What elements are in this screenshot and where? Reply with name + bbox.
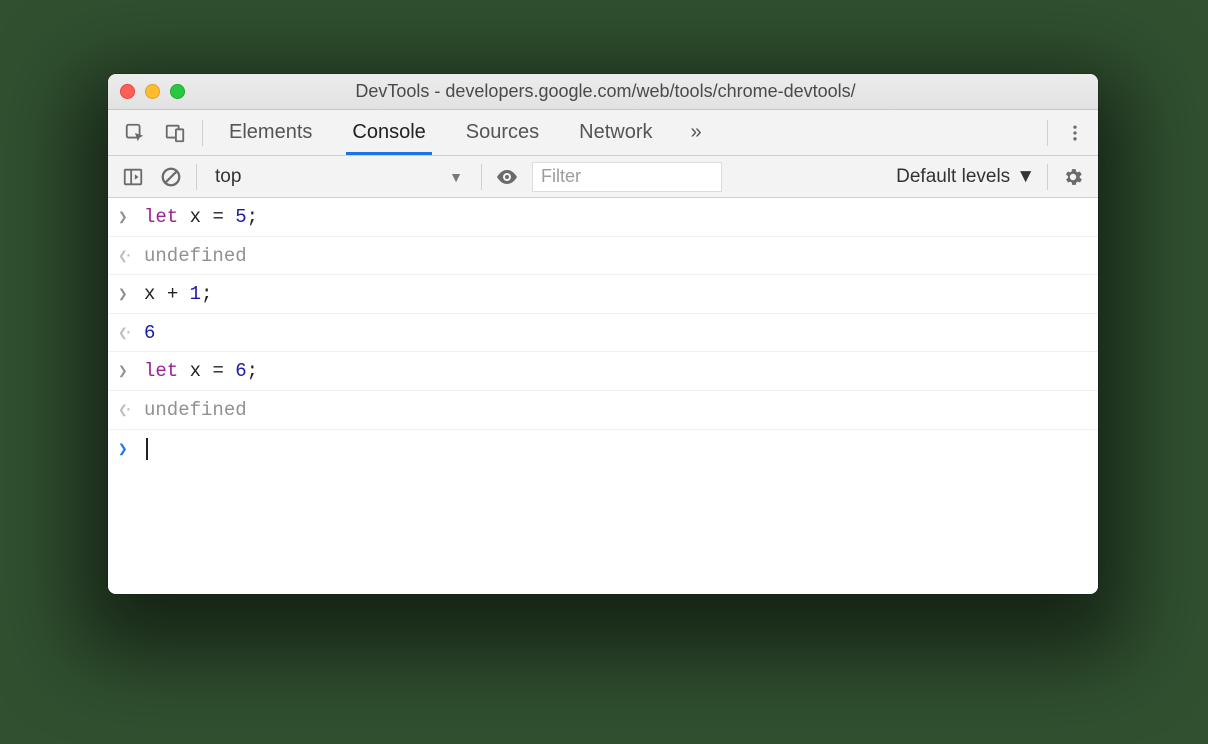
- separator: [1047, 120, 1048, 146]
- input-chevron-icon: [118, 204, 136, 228]
- devtools-window: DevTools - developers.google.com/web/too…: [108, 74, 1098, 594]
- output-chevron-icon: [118, 320, 136, 344]
- code-line: let x = 5;: [144, 204, 258, 231]
- console-output-row: undefined: [108, 237, 1098, 276]
- output-chevron-icon: [118, 397, 136, 421]
- window-titlebar: DevTools - developers.google.com/web/too…: [108, 74, 1098, 110]
- console-input-row: let x = 5;: [108, 198, 1098, 237]
- live-expression-icon[interactable]: [494, 164, 520, 190]
- code-line: undefined: [144, 397, 247, 424]
- context-selector[interactable]: top ▼: [209, 164, 469, 190]
- traffic-lights: [120, 84, 185, 99]
- chevron-down-icon: ▼: [449, 169, 463, 185]
- separator: [481, 164, 482, 190]
- log-levels-selector[interactable]: Default levels ▼: [896, 166, 1035, 188]
- text-cursor: [146, 438, 148, 460]
- clear-console-icon[interactable]: [158, 164, 184, 190]
- input-chevron-icon: [118, 358, 136, 382]
- filter-input[interactable]: [532, 162, 722, 192]
- separator: [196, 164, 197, 190]
- log-levels-label: Default levels: [896, 166, 1010, 188]
- console-prompt-row[interactable]: [108, 430, 1098, 468]
- tab-console[interactable]: Console: [350, 111, 427, 154]
- zoom-window-button[interactable]: [170, 84, 185, 99]
- console-input-row: x + 1;: [108, 275, 1098, 314]
- window-title: DevTools - developers.google.com/web/too…: [195, 81, 1086, 102]
- code-line: let x = 6;: [144, 358, 258, 385]
- settings-icon[interactable]: [1060, 164, 1086, 190]
- code-line: undefined: [144, 243, 247, 270]
- sidebar-toggle-icon[interactable]: [120, 164, 146, 190]
- tab-sources[interactable]: Sources: [464, 111, 541, 154]
- console-toolbar: top ▼ Default levels ▼: [108, 156, 1098, 198]
- output-chevron-icon: [118, 243, 136, 267]
- devtools-tabstrip: Elements Console Sources Network »: [108, 110, 1098, 156]
- prompt-chevron-icon: [118, 436, 136, 460]
- chevron-down-icon: ▼: [1016, 166, 1035, 188]
- code-line: [144, 436, 148, 463]
- console-input-row: let x = 6;: [108, 352, 1098, 391]
- panel-tabs: Elements Console Sources Network »: [217, 111, 704, 154]
- separator: [202, 120, 203, 146]
- more-vert-icon[interactable]: [1062, 120, 1088, 146]
- device-toggle-icon[interactable]: [162, 120, 188, 146]
- context-selector-label: top: [215, 166, 241, 188]
- console-output-row: 6: [108, 314, 1098, 353]
- separator: [1047, 164, 1048, 190]
- console-output-row: undefined: [108, 391, 1098, 430]
- code-line: x + 1;: [144, 281, 212, 308]
- tabs-overflow[interactable]: »: [691, 111, 704, 154]
- tab-network[interactable]: Network: [577, 111, 654, 154]
- inspect-icon[interactable]: [122, 120, 148, 146]
- code-line: 6: [144, 320, 155, 347]
- close-window-button[interactable]: [120, 84, 135, 99]
- minimize-window-button[interactable]: [145, 84, 160, 99]
- input-chevron-icon: [118, 281, 136, 305]
- tab-elements[interactable]: Elements: [227, 111, 314, 154]
- console-output[interactable]: let x = 5; undefined x + 1; 6 let x = 6; unde…: [108, 198, 1098, 594]
